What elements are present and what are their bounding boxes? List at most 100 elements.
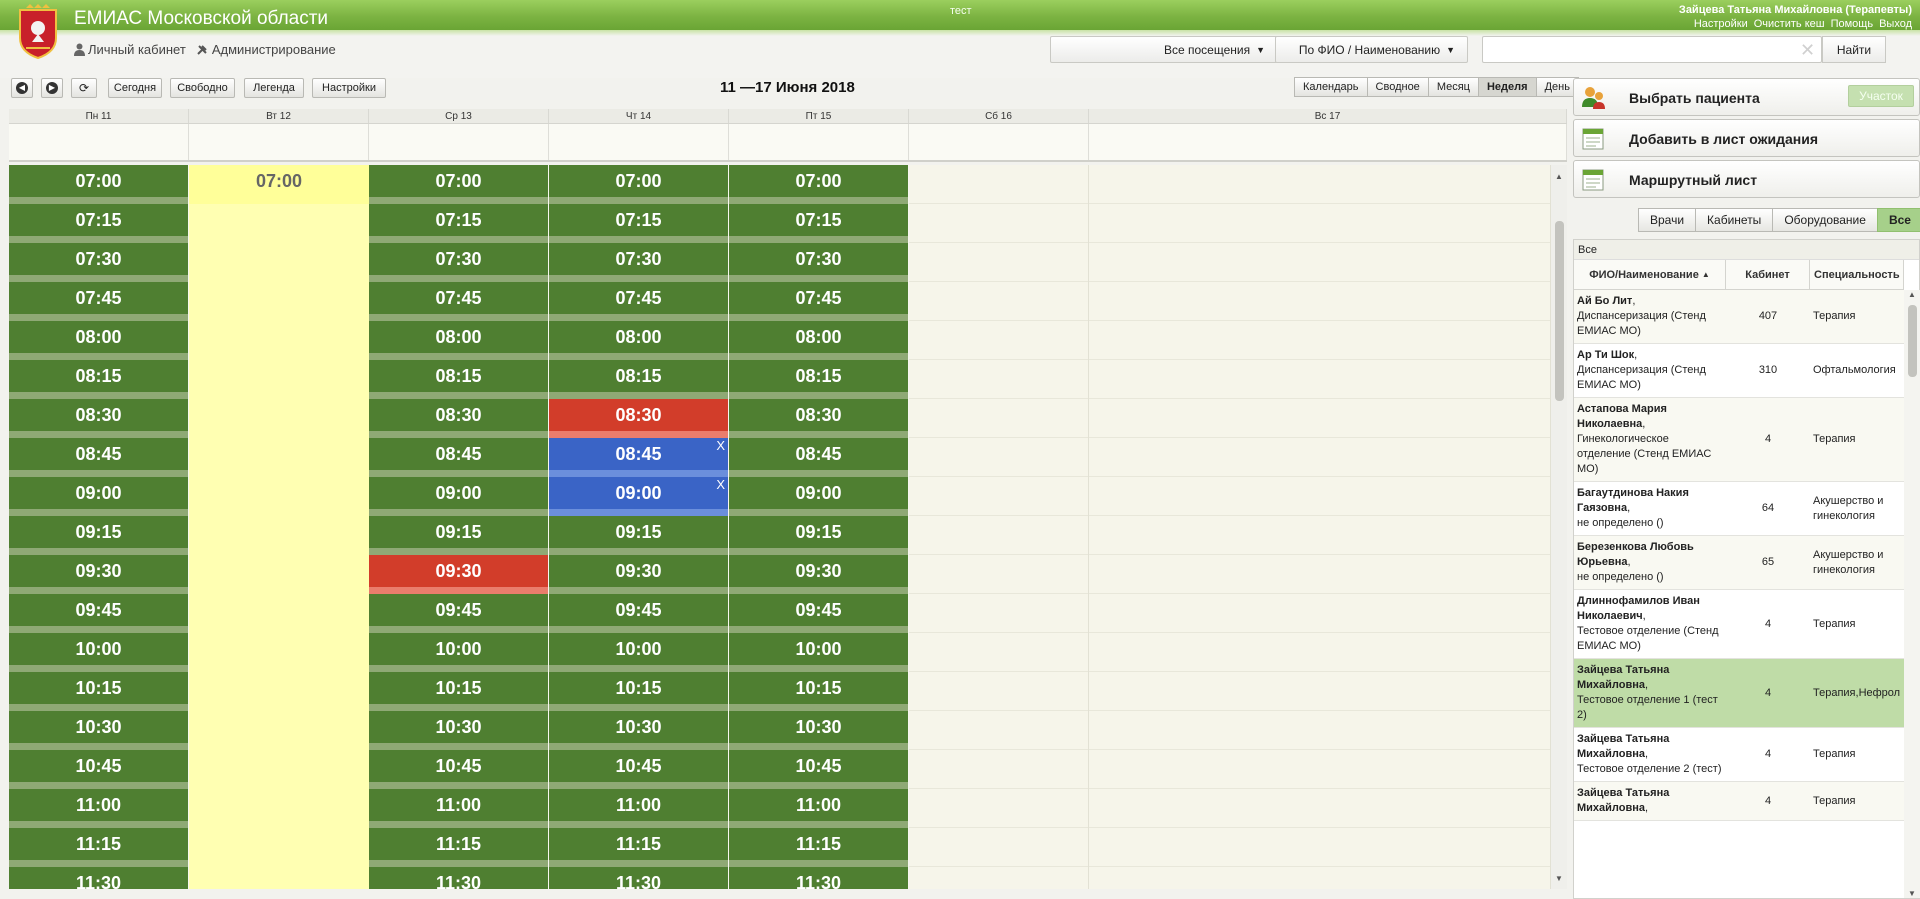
free-slot[interactable]: 10:00 bbox=[549, 633, 728, 672]
busy-slot[interactable]: 08:30 bbox=[549, 399, 728, 438]
free-slot[interactable]: 10:00 bbox=[369, 633, 548, 672]
free-slot[interactable]: 09:30 bbox=[549, 555, 728, 594]
free-slot[interactable]: 07:30 bbox=[549, 243, 728, 282]
free-slots-button[interactable]: Свободно bbox=[170, 78, 235, 98]
no-reception-block[interactable]: 07:00 bbox=[189, 165, 369, 204]
view-calendar[interactable]: Календарь bbox=[1294, 77, 1368, 97]
free-slot[interactable]: 07:45 bbox=[9, 282, 188, 321]
free-slot[interactable]: 10:15 bbox=[549, 672, 728, 711]
search-input[interactable] bbox=[1483, 37, 1813, 62]
route-sheet-button[interactable]: Маршрутный лист bbox=[1573, 160, 1920, 198]
cancel-booking-icon[interactable]: X bbox=[716, 478, 725, 492]
all-day-cell[interactable] bbox=[9, 124, 189, 160]
day-header-1[interactable]: Вт 12 bbox=[189, 109, 369, 123]
free-slot[interactable]: 07:15 bbox=[369, 204, 548, 243]
busy-slot[interactable]: 09:30 bbox=[369, 555, 548, 594]
all-day-cell[interactable] bbox=[369, 124, 549, 160]
free-slot[interactable]: 11:00 bbox=[369, 789, 548, 828]
scroll-up-icon[interactable]: ▲ bbox=[1904, 290, 1920, 299]
search-field[interactable] bbox=[1482, 36, 1822, 63]
free-slot[interactable]: 08:30 bbox=[9, 399, 188, 438]
scroll-down-icon[interactable]: ▼ bbox=[1904, 889, 1920, 898]
free-slot[interactable]: 10:00 bbox=[729, 633, 908, 672]
free-slot[interactable]: 10:45 bbox=[549, 750, 728, 789]
link-clear-cache[interactable]: Очистить кеш bbox=[1754, 18, 1825, 30]
table-row[interactable]: Астапова Мария Николаевна, Гинекологическ… bbox=[1574, 398, 1904, 482]
all-day-cell[interactable] bbox=[729, 124, 909, 160]
free-slot[interactable]: 07:30 bbox=[9, 243, 188, 282]
free-slot[interactable]: 07:00 bbox=[9, 165, 188, 204]
nav-administration[interactable]: Администрирование bbox=[196, 42, 336, 57]
free-slot[interactable]: 08:30 bbox=[729, 399, 908, 438]
free-slot[interactable]: 08:15 bbox=[369, 360, 548, 399]
free-slot[interactable]: 11:30 bbox=[9, 867, 188, 889]
free-slot[interactable]: 09:45 bbox=[369, 594, 548, 633]
all-day-cell[interactable] bbox=[189, 124, 369, 160]
visits-filter-dropdown[interactable]: Все посещения ▼ bbox=[1050, 36, 1278, 63]
legend-button[interactable]: Легенда bbox=[244, 78, 304, 98]
free-slot[interactable]: 07:45 bbox=[369, 282, 548, 321]
free-slot[interactable]: 08:15 bbox=[549, 360, 728, 399]
free-slot[interactable]: 08:45 bbox=[369, 438, 548, 477]
link-logout[interactable]: Выход bbox=[1879, 18, 1912, 30]
calendar-settings-button[interactable]: Настройки bbox=[312, 78, 386, 98]
free-slot[interactable]: 10:45 bbox=[369, 750, 548, 789]
day-header-4[interactable]: Пт 15 bbox=[729, 109, 909, 123]
free-slot[interactable]: 07:30 bbox=[369, 243, 548, 282]
link-help[interactable]: Помощь bbox=[1831, 18, 1874, 30]
table-row[interactable]: Березенкова Любовь Юрьевна, не определено… bbox=[1574, 536, 1904, 590]
free-slot[interactable]: 11:15 bbox=[549, 828, 728, 867]
column-header-name[interactable]: ФИО/Наименование ▲ bbox=[1574, 260, 1726, 289]
add-to-waitlist-button[interactable]: Добавить в лист ожидания bbox=[1573, 119, 1920, 157]
free-slot[interactable]: 09:15 bbox=[549, 516, 728, 555]
free-slot[interactable]: 07:00 bbox=[729, 165, 908, 204]
free-slot[interactable]: 11:30 bbox=[549, 867, 728, 889]
free-slot[interactable]: 10:15 bbox=[9, 672, 188, 711]
free-slot[interactable]: 07:45 bbox=[729, 282, 908, 321]
free-slot[interactable]: 08:00 bbox=[549, 321, 728, 360]
free-slot[interactable]: 11:15 bbox=[369, 828, 548, 867]
day-header-2[interactable]: Ср 13 bbox=[369, 109, 549, 123]
free-slot[interactable]: 07:45 bbox=[549, 282, 728, 321]
free-slot[interactable]: 09:00 bbox=[729, 477, 908, 516]
choose-patient-button[interactable]: Выбрать пациента Участок bbox=[1573, 78, 1920, 116]
free-slot[interactable]: 08:15 bbox=[9, 360, 188, 399]
next-week-button[interactable]: ▶ bbox=[41, 78, 63, 98]
table-row[interactable]: Зайцева Татьяна Михайловна, Тестовое отде… bbox=[1574, 728, 1904, 782]
free-slot[interactable]: 11:00 bbox=[549, 789, 728, 828]
free-slot[interactable]: 10:30 bbox=[369, 711, 548, 750]
free-slot[interactable]: 11:30 bbox=[729, 867, 908, 889]
free-slot[interactable]: 10:15 bbox=[729, 672, 908, 711]
free-slot[interactable]: 10:45 bbox=[9, 750, 188, 789]
day-header-6[interactable]: Вс 17 bbox=[1089, 109, 1567, 123]
column-header-room[interactable]: Кабинет bbox=[1726, 260, 1810, 289]
filter-all[interactable]: Все bbox=[1876, 208, 1920, 232]
moscow-region-coat-of-arms-icon[interactable] bbox=[16, 4, 60, 60]
free-slot[interactable]: 10:30 bbox=[9, 711, 188, 750]
free-slot[interactable]: 08:45 bbox=[729, 438, 908, 477]
table-row[interactable]: Длиннофамилов Иван Николаевич, Тестовое о… bbox=[1574, 590, 1904, 659]
free-slot[interactable]: 09:00 bbox=[9, 477, 188, 516]
free-slot[interactable]: 11:15 bbox=[729, 828, 908, 867]
free-slot[interactable]: 07:00 bbox=[549, 165, 728, 204]
table-row[interactable]: Ар Ти Шок, Диспансеризация (Стенд ЕМИАС М… bbox=[1574, 344, 1904, 398]
free-slot[interactable]: 08:15 bbox=[729, 360, 908, 399]
free-slot[interactable]: 08:00 bbox=[729, 321, 908, 360]
view-week[interactable]: Неделя bbox=[1477, 77, 1537, 97]
day-header-3[interactable]: Чт 14 bbox=[549, 109, 729, 123]
free-slot[interactable]: 09:15 bbox=[9, 516, 188, 555]
free-slot[interactable]: 09:45 bbox=[549, 594, 728, 633]
free-slot[interactable]: 07:15 bbox=[9, 204, 188, 243]
view-month[interactable]: Месяц bbox=[1427, 77, 1479, 97]
column-header-specialty[interactable]: Специальность bbox=[1810, 260, 1904, 289]
scroll-thumb[interactable] bbox=[1555, 221, 1564, 401]
link-settings[interactable]: Настройки bbox=[1694, 18, 1748, 30]
all-day-cell[interactable] bbox=[549, 124, 729, 160]
free-slot[interactable]: 09:15 bbox=[729, 516, 908, 555]
booked-slot[interactable]: 08:45 X bbox=[549, 438, 728, 477]
scroll-down-icon[interactable]: ▼ bbox=[1551, 871, 1567, 887]
free-slot[interactable]: 07:15 bbox=[729, 204, 908, 243]
free-slot[interactable]: 09:30 bbox=[9, 555, 188, 594]
table-row[interactable]: Багаутдинова Накия Гаязовна, не определен… bbox=[1574, 482, 1904, 536]
table-row[interactable]: Зайцева Татьяна Михайловна, 4 Терапия bbox=[1574, 782, 1904, 821]
